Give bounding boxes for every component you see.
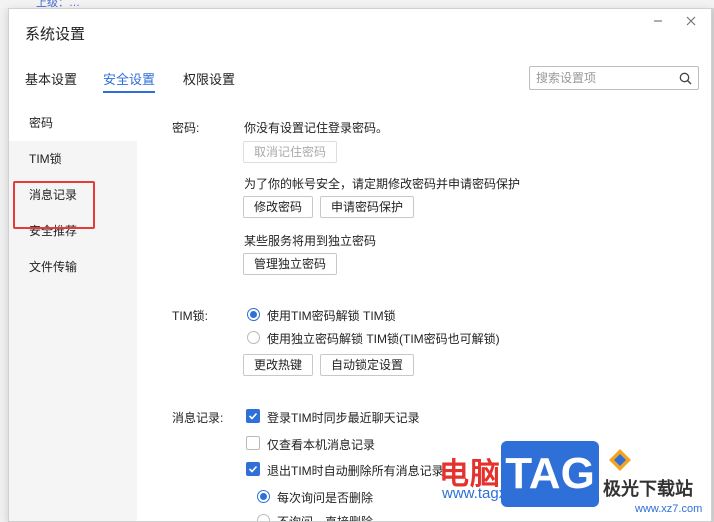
sidebar-item-tim-lock[interactable]: TIM锁 — [9, 141, 137, 177]
dialog-title: 系统设置 — [25, 26, 86, 43]
sidebar-item-file-transfer[interactable]: 文件传输 — [9, 249, 137, 285]
delete-without-asking-radio[interactable] — [257, 514, 270, 521]
delete-without-asking-label[interactable]: 不询问，直接删除 — [277, 513, 373, 521]
check-icon — [248, 412, 258, 420]
search-input[interactable] — [536, 70, 676, 86]
auto-lock-settings-button[interactable]: 自动锁定设置 — [320, 354, 415, 376]
watermark-tag-logo: TAG — [501, 441, 599, 507]
background-window-strip: 上级：… — [0, 0, 714, 9]
change-password-button[interactable]: 修改密码 — [243, 196, 314, 218]
highlight-annotation-box — [13, 181, 95, 229]
auto-delete-on-exit-checkbox[interactable] — [246, 462, 260, 476]
settings-dialog: 系统设置 基本设置 安全设置 权限设置 密码 TIM锁 消息记录 安全推荐 文件… — [8, 8, 712, 522]
local-records-only-label[interactable]: 仅查看本机消息记录 — [267, 436, 375, 453]
ask-before-delete-label[interactable]: 每次询问是否删除 — [277, 489, 373, 506]
settings-sidebar: 密码 TIM锁 消息记录 安全推荐 文件传输 — [9, 105, 137, 521]
search-icon[interactable] — [679, 72, 692, 85]
minimize-button[interactable] — [649, 13, 667, 31]
manage-independent-password-button[interactable]: 管理独立密码 — [243, 253, 338, 275]
tim-lock-option-tim-password-label[interactable]: 使用TIM密码解锁 TIM锁 — [267, 307, 396, 324]
message-record-section-label: 消息记录: — [172, 411, 224, 425]
xz-logo-icon — [609, 449, 631, 471]
cancel-remember-password-button[interactable]: 取消记住密码 — [243, 141, 338, 163]
close-button[interactable] — [682, 13, 700, 31]
tab-basic-settings[interactable]: 基本设置 — [25, 69, 77, 88]
minimize-icon — [654, 20, 662, 22]
sync-recent-chats-checkbox[interactable] — [246, 409, 260, 423]
ask-before-delete-radio[interactable] — [257, 490, 270, 503]
tab-permission-settings[interactable]: 权限设置 — [183, 69, 235, 88]
tab-security-settings[interactable]: 安全设置 — [103, 69, 156, 93]
password-status-text: 你没有设置记住登录密码。 — [244, 121, 389, 135]
watermark-download-site: 极光下载站 — [603, 479, 693, 499]
password-security-tip: 为了你的帐号安全，请定期修改密码并申请密码保护 — [244, 177, 521, 191]
tim-lock-section-label: TIM锁: — [172, 309, 208, 323]
close-icon — [686, 16, 696, 26]
independent-password-tip: 某些服务将用到独立密码 — [244, 234, 377, 248]
apply-password-protection-button[interactable]: 申请密码保护 — [320, 196, 415, 218]
password-section-label: 密码: — [172, 121, 200, 135]
background-window-edge — [0, 8, 8, 522]
tim-lock-option-independent-radio[interactable] — [247, 331, 260, 344]
sync-recent-chats-label[interactable]: 登录TIM时同步最近聊天记录 — [267, 409, 420, 426]
tim-lock-option-tim-password-radio[interactable] — [247, 308, 260, 321]
settings-search-box[interactable] — [529, 66, 699, 90]
sidebar-item-password[interactable]: 密码 — [9, 105, 137, 141]
tim-lock-option-independent-label[interactable]: 使用独立密码解锁 TIM锁(TIM密码也可解锁) — [267, 330, 500, 347]
auto-delete-on-exit-label[interactable]: 退出TIM时自动删除所有消息记录 — [267, 462, 444, 479]
watermark-download-url: www.xz7.com — [635, 503, 703, 515]
local-records-only-checkbox[interactable] — [246, 436, 260, 450]
check-icon — [248, 465, 258, 473]
change-hotkey-button[interactable]: 更改热键 — [243, 354, 314, 376]
